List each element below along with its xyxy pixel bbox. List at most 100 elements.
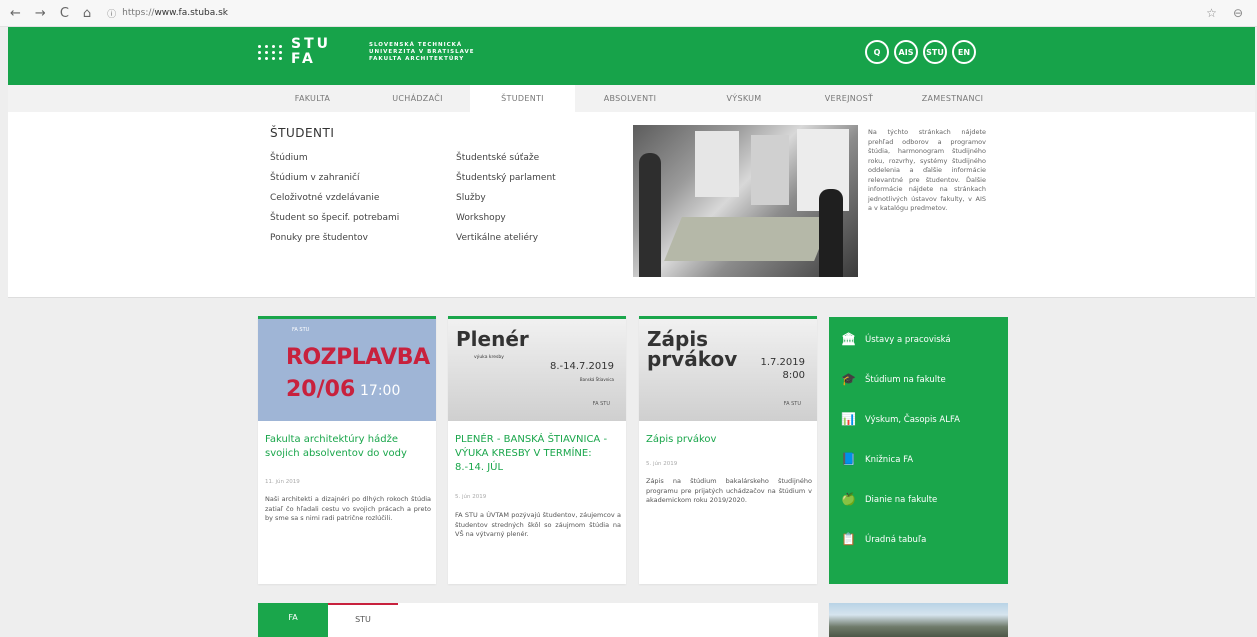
- quick-link-label[interactable]: Knižnica FA: [865, 453, 913, 467]
- thumb-subtitle: výuka kresby: [474, 355, 504, 360]
- quick-link-vyskum[interactable]: 📊 Výskum, Časopis ALFA: [841, 413, 960, 453]
- logo-sub-2: univerzita v Bratislave: [369, 48, 475, 55]
- card-thumbnail[interactable]: FA STU ROZPLAVBA 20/06 17:00: [258, 319, 436, 421]
- url-scheme: https://: [122, 8, 155, 18]
- nav-item-absolventi[interactable]: ABSOLVENTI: [575, 85, 685, 112]
- dropdown-link-celozivotne-vzdelavanie[interactable]: Celoživotné vzdelávanie: [270, 192, 399, 212]
- logo-dots-icon: [258, 44, 283, 60]
- apple-icon: 🍏: [841, 492, 856, 506]
- card-excerpt: Naši architekti a dizajnéri po dlhých ro…: [265, 495, 431, 522]
- chart-icon: 📊: [841, 412, 856, 426]
- nav-item-studenti[interactable]: ŠTUDENTI: [470, 85, 575, 112]
- dropdown-column-1: Štúdium Štúdium v zahraničí Celoživotné …: [270, 152, 399, 252]
- board-icon: 📋: [841, 532, 856, 546]
- dropdown-link-sluzby[interactable]: Služby: [456, 192, 556, 212]
- logo-sub-1: Slovenská technická: [369, 41, 463, 48]
- quick-link-label[interactable]: Úradná tabuľa: [865, 533, 926, 547]
- quick-link-dianie[interactable]: 🍏 Dianie na fakulte: [841, 493, 960, 533]
- account-icon[interactable]: ⊖: [1233, 6, 1243, 20]
- card-title[interactable]: Zápis prvákov: [646, 433, 812, 447]
- tab-fa[interactable]: FA: [258, 603, 328, 637]
- nav-item-verejnost[interactable]: VEREJNOSŤ: [803, 85, 895, 112]
- news-source-tabs: FA STU: [258, 603, 818, 637]
- card-date: 5. jún 2019: [455, 494, 487, 500]
- card-title[interactable]: Fakulta architektúry hádže svojich absol…: [265, 433, 431, 461]
- quick-link-label[interactable]: Dianie na fakulte: [865, 493, 937, 507]
- dropdown-link-workshopy[interactable]: Workshopy: [456, 212, 556, 232]
- stu-link-button[interactable]: STU: [923, 40, 947, 64]
- dropdown-link-ponuky-pre-studentov[interactable]: Ponuky pre študentov: [270, 232, 399, 252]
- dropdown-title: ŠTUDENTI: [270, 126, 335, 140]
- bank-icon: 🏛: [841, 332, 857, 346]
- book-icon: 📘: [841, 452, 856, 466]
- bookmark-star-icon[interactable]: ☆: [1206, 6, 1217, 20]
- card-thumbnail[interactable]: Zápis prvákov 1.7.2019 8:00 FA STU: [639, 319, 817, 421]
- search-icon[interactable]: Q: [865, 40, 889, 64]
- home-icon[interactable]: ⌂: [83, 6, 91, 21]
- quick-link-studium[interactable]: 🎓 Štúdium na fakulte: [841, 373, 960, 413]
- dropdown-description: Na týchto stránkach nájdete prehľad odbo…: [868, 128, 986, 212]
- dropdown-link-studium-v-zahranici[interactable]: Štúdium v zahraničí: [270, 172, 399, 192]
- quick-link-label[interactable]: Výskum, Časopis ALFA: [865, 413, 960, 427]
- dropdown-link-studium[interactable]: Štúdium: [270, 152, 399, 172]
- info-icon[interactable]: ⓘ: [107, 7, 116, 20]
- thumb-date: 8.-14.7.2019: [549, 361, 614, 372]
- thumb-logo-text: FA STU: [783, 401, 801, 407]
- quick-link-ustavy[interactable]: 🏛 Ústavy a pracoviská: [841, 333, 960, 373]
- main-nav: FAKULTA UCHÁDZAČI ŠTUDENTI ABSOLVENTI VÝ…: [8, 85, 1255, 112]
- thumb-headline: ROZPLAVBA: [286, 345, 430, 370]
- url-host: www.fa.stuba.sk: [154, 8, 229, 18]
- dropdown-link-student-so-specif-potrebami[interactable]: Študent so špecif. potrebami: [270, 212, 399, 232]
- thumb-date: 1.7.2019: [760, 357, 805, 368]
- quick-links-panel: 🏛 Ústavy a pracoviská 🎓 Štúdium na fakul…: [829, 317, 1008, 584]
- card-excerpt: Zápis na štúdium bakalárskeho študijného…: [646, 477, 812, 504]
- back-icon[interactable]: ←: [10, 6, 21, 21]
- ais-link-button[interactable]: AIS: [894, 40, 918, 64]
- logo-sub-3: Fakulta architektúry: [369, 55, 465, 62]
- forward-icon[interactable]: →: [35, 6, 46, 21]
- nav-item-zamestnanci[interactable]: ZAMESTNANCI: [895, 85, 1010, 112]
- dropdown-link-studentske-sutaze[interactable]: Študentské súťaže: [456, 152, 556, 172]
- city-panorama-image[interactable]: [829, 603, 1008, 637]
- quick-link-label[interactable]: Štúdium na fakulte: [865, 373, 946, 387]
- thumb-headline: Zápis prvákov: [647, 327, 738, 371]
- browser-toolbar: ← → C ⌂ ⓘ https://www.fa.stuba.sk ☆ ⊖: [0, 0, 1257, 27]
- quick-link-label[interactable]: Ústavy a pracoviská: [865, 333, 951, 347]
- news-card-rozplavba[interactable]: FA STU ROZPLAVBA 20/06 17:00 Fakulta arc…: [258, 316, 436, 584]
- dropdown-link-vertikalne-ateliery[interactable]: Vertikálne ateliéry: [456, 232, 556, 252]
- logo-text: STU FA: [291, 37, 331, 67]
- studenti-mega-menu: ŠTUDENTI Štúdium Štúdium v zahraničí Cel…: [8, 112, 1255, 298]
- site-header: STU FA Slovenská technická univerzita v …: [8, 27, 1255, 85]
- dropdown-link-studentsky-parlament[interactable]: Študentský parlament: [456, 172, 556, 192]
- card-excerpt: FA STU a ÚVTAM pozývajú študentov, záuje…: [455, 511, 621, 538]
- nav-item-fakulta[interactable]: FAKULTA: [260, 85, 365, 112]
- news-card-zapis-prvakov[interactable]: Zápis prvákov 1.7.2019 8:00 FA STU Zápis…: [639, 316, 817, 584]
- language-en-button[interactable]: EN: [952, 40, 976, 64]
- thumb-logo-text: FA STU: [592, 401, 610, 407]
- address-bar[interactable]: ⓘ https://www.fa.stuba.sk: [107, 7, 228, 20]
- reload-icon[interactable]: C: [60, 6, 69, 21]
- quick-link-kniznica[interactable]: 📘 Knižnica FA: [841, 453, 960, 493]
- graduation-cap-icon: 🎓: [841, 372, 856, 386]
- nav-item-vyskum[interactable]: VÝSKUM: [685, 85, 803, 112]
- card-date: 11. jún 2019: [265, 479, 300, 485]
- header-quick-links: Q AIS STU EN: [865, 40, 976, 64]
- thumb-logo-text: FA STU: [292, 327, 310, 333]
- dropdown-column-2: Študentské súťaže Študentský parlament S…: [456, 152, 556, 252]
- thumb-date: 20/06: [286, 377, 356, 402]
- logo-subtitle: Slovenská technická univerzita v Bratisl…: [369, 42, 474, 63]
- card-date: 5. jún 2019: [646, 461, 678, 467]
- thumb-headline: Plenér: [456, 327, 529, 351]
- stu-fa-logo[interactable]: STU FA Slovenská technická univerzita v …: [258, 37, 475, 67]
- thumb-time: 17:00: [360, 383, 401, 399]
- tab-stu[interactable]: STU: [328, 603, 398, 637]
- thumb-time: 8:00: [782, 370, 805, 381]
- quick-link-uradna-tabula[interactable]: 📋 Úradná tabuľa: [841, 533, 960, 573]
- logo-line-1: STU: [291, 36, 332, 52]
- card-thumbnail[interactable]: Plenér výuka kresby 8.-14.7.2019 Banská …: [448, 319, 626, 421]
- news-card-plener[interactable]: Plenér výuka kresby 8.-14.7.2019 Banská …: [448, 316, 626, 584]
- nav-item-uchadzaci[interactable]: UCHÁDZAČI: [365, 85, 470, 112]
- logo-line-2: FA: [291, 51, 316, 67]
- card-title[interactable]: PLENÉR - BANSKÁ ŠTIAVNICA - VÝUKA KRESBY…: [455, 433, 621, 475]
- students-exhibition-photo: [633, 125, 858, 277]
